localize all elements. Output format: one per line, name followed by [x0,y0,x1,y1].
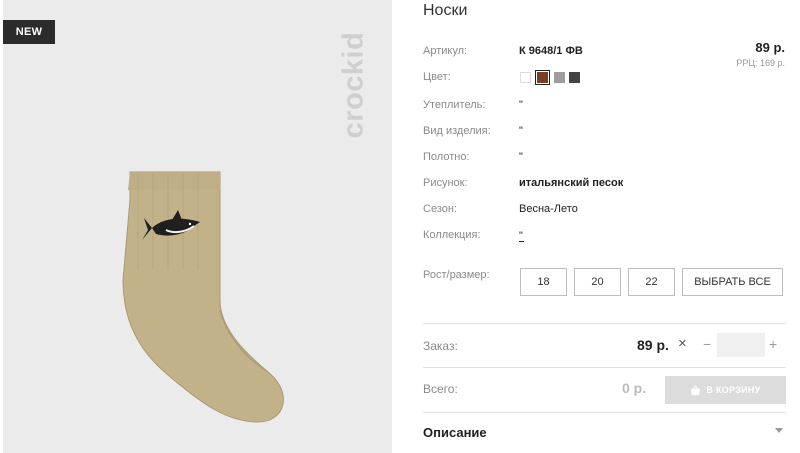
quantity-increment-button[interactable]: + [769,336,777,352]
collection-value-link[interactable]: " [519,230,524,242]
product-rrc-price: РРЦ: 169 р. [736,58,785,68]
print-label: Рисунок: [423,177,468,189]
divider [423,323,786,324]
size-button-22[interactable]: 22 [628,268,675,296]
color-swatch-dark[interactable] [569,72,580,83]
description-toggle[interactable]: Описание [423,425,487,440]
divider [423,412,786,413]
size-button-20[interactable]: 20 [574,268,621,296]
type-label: Вид изделия: [423,125,491,137]
new-badge: NEW [3,20,55,44]
order-label: Заказ: [423,339,458,353]
color-swatch-brown-selected[interactable] [535,70,550,85]
add-to-cart-label: В КОРЗИНУ [706,385,761,395]
total-label: Всего: [423,382,458,396]
color-label: Цвет: [423,71,451,83]
total-value: 0 р. [622,380,647,396]
sock-image [122,171,284,423]
select-all-sizes-button[interactable]: ВЫБРАТЬ ВСЕ [682,268,783,296]
article-label: Артикул: [423,45,468,57]
color-swatches [520,70,580,85]
insulation-label: Утеплитель: [423,99,486,111]
product-title: Носки [423,2,468,19]
basket-icon [691,384,701,395]
article-value: К 9648/1 ФВ [519,45,583,57]
order-multiply-sign: × [678,335,687,352]
product-photo[interactable]: NEW crockid [3,0,392,453]
brand-logo: crockid [334,10,374,160]
size-label: Рост/размер: [423,269,490,281]
collection-label: Коллекция: [423,229,481,241]
product-price: 89 р. [755,40,785,55]
quantity-input[interactable] [717,333,765,357]
type-value: " [519,125,523,137]
fabric-label: Полотно: [423,151,470,163]
size-options: 18 20 22 ВЫБРАТЬ ВСЕ [520,268,783,296]
add-to-cart-button[interactable]: В КОРЗИНУ [665,376,786,404]
season-label: Сезон: [423,203,457,215]
divider [423,367,786,368]
season-value: Весна-Лето [519,203,578,215]
insulation-value: " [519,99,523,111]
brand-logo-text: crockid [337,31,370,139]
fabric-value: " [519,151,523,163]
color-swatch-white[interactable] [520,72,531,83]
size-button-18[interactable]: 18 [520,268,567,296]
quantity-decrement-button[interactable]: − [703,336,711,352]
order-price: 89 р. [637,337,669,353]
print-value: итальянский песок [519,177,624,189]
chevron-down-icon[interactable] [775,428,783,433]
color-swatch-grey[interactable] [554,72,565,83]
